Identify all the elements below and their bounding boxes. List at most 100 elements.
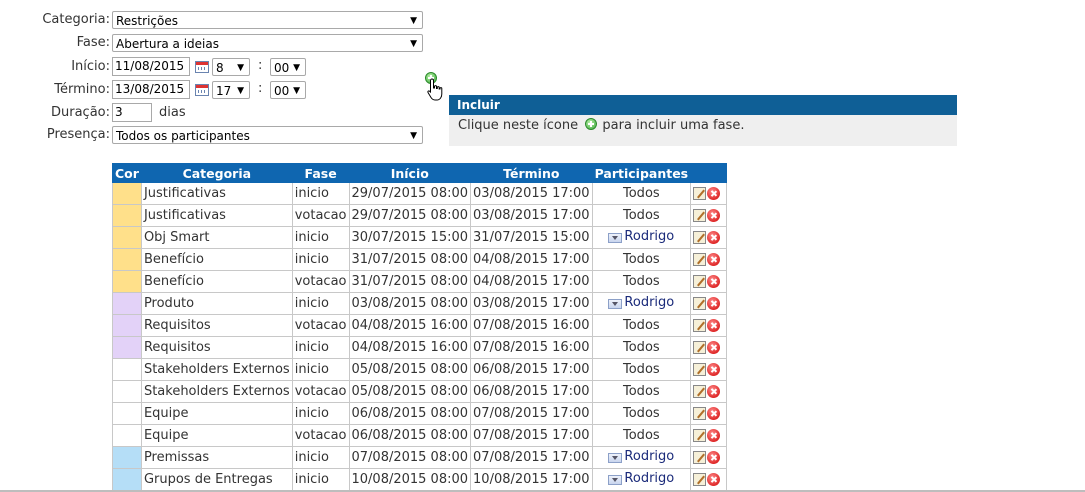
termino-hour-select[interactable]: 17 ▼	[212, 81, 250, 99]
dropdown-icon[interactable]	[608, 298, 623, 309]
cell-termino: 06/08/2015 17:00	[470, 358, 593, 381]
delete-icon[interactable]	[707, 231, 721, 244]
edit-icon[interactable]	[693, 451, 707, 464]
table-row: Stakeholders Externos votacao 05/08/2015 0…	[112, 380, 728, 403]
delete-icon[interactable]	[707, 451, 721, 464]
calendar-icon[interactable]	[195, 61, 209, 73]
table-row: Premissas inicio 07/08/2015 08:00 07/08/201…	[112, 446, 728, 469]
edit-icon[interactable]	[693, 341, 707, 354]
delete-icon[interactable]	[707, 363, 721, 376]
edit-icon[interactable]	[693, 473, 707, 486]
cell-actions	[690, 204, 728, 227]
delete-icon[interactable]	[707, 297, 721, 310]
cell-fase: inicio	[291, 358, 350, 381]
participant-value: Todos	[623, 428, 660, 443]
cell-actions	[690, 424, 728, 447]
categoria-select[interactable]: Restrições ▼	[112, 11, 423, 29]
plus-icon	[585, 118, 598, 130]
edit-icon[interactable]	[693, 363, 707, 376]
termino-label: Término:	[54, 82, 110, 97]
cell-participantes: Rodrigo	[591, 446, 692, 469]
delete-icon[interactable]	[707, 275, 721, 288]
edit-icon[interactable]	[693, 429, 707, 442]
delete-icon[interactable]	[707, 209, 721, 222]
delete-icon[interactable]	[707, 319, 721, 332]
edit-icon[interactable]	[693, 319, 707, 332]
cell-participantes: Rodrigo	[591, 468, 692, 491]
edit-icon[interactable]	[693, 231, 707, 244]
cell-inicio: 07/08/2015 08:00	[348, 446, 472, 469]
cell-actions	[690, 446, 728, 469]
dropdown-icon[interactable]	[608, 474, 623, 485]
color-swatch	[112, 358, 142, 381]
edit-icon[interactable]	[693, 407, 707, 420]
tooltip-body: Clique neste ícone para incluir uma fase…	[449, 115, 957, 137]
fase-label: Fase:	[76, 35, 110, 50]
fase-value: Abertura a ideias	[116, 37, 219, 51]
dropdown-icon[interactable]	[608, 452, 623, 463]
participant-value: Todos	[623, 252, 660, 267]
cell-categoria: Premissas	[140, 446, 293, 469]
participant-value: Todos	[623, 208, 660, 223]
duracao-input[interactable]: 3	[112, 103, 152, 122]
edit-icon[interactable]	[693, 209, 707, 222]
table-row: Produto inicio 03/08/2015 08:00 03/08/2015 …	[112, 292, 728, 315]
edit-icon[interactable]	[693, 275, 707, 288]
inicio-date-input[interactable]: 11/08/2015	[112, 57, 190, 76]
cell-termino: 31/07/2015 15:00	[470, 226, 593, 249]
termino-minute-select[interactable]: 00 ▼	[270, 81, 306, 99]
color-swatch	[112, 204, 142, 227]
cell-categoria: Equipe	[140, 424, 293, 447]
delete-icon[interactable]	[707, 407, 721, 420]
time-separator: :	[258, 81, 263, 96]
delete-icon[interactable]	[707, 341, 721, 354]
dropdown-icon[interactable]	[608, 232, 623, 243]
fase-select[interactable]: Abertura a ideias ▼	[112, 34, 423, 52]
color-swatch	[112, 226, 142, 249]
color-swatch	[112, 292, 142, 315]
cell-fase: inicio	[291, 182, 350, 205]
cell-categoria: Requisitos	[140, 336, 293, 359]
cell-actions	[690, 270, 728, 293]
phases-table: Cor Categoria Fase Início Término Partic…	[112, 163, 728, 491]
col-header-inicio: Início	[348, 163, 472, 183]
tooltip-title: Incluir	[449, 95, 957, 115]
cell-fase: inicio	[291, 226, 350, 249]
termino-date-input[interactable]: 13/08/2015	[112, 80, 190, 99]
delete-icon[interactable]	[707, 187, 721, 200]
cell-fase: votacao	[291, 270, 350, 293]
presenca-select[interactable]: Todos os participantes ▼	[112, 126, 423, 144]
edit-icon[interactable]	[693, 385, 707, 398]
include-tooltip: Incluir Clique neste ícone para incluir …	[449, 95, 957, 146]
inicio-minute-value: 00	[274, 61, 290, 75]
color-swatch	[112, 402, 142, 425]
edit-icon[interactable]	[693, 253, 707, 266]
tooltip-text-before: Clique neste ícone	[458, 118, 579, 133]
color-swatch	[112, 424, 142, 447]
cell-termino: 07/08/2015 16:00	[470, 336, 593, 359]
calendar-icon[interactable]	[195, 84, 209, 96]
cell-actions	[690, 336, 728, 359]
table-header-row: Cor Categoria Fase Início Término Partic…	[112, 163, 728, 183]
color-swatch	[112, 314, 142, 337]
table-row: Justificativas votacao 29/07/2015 08:00 03/…	[112, 204, 728, 227]
delete-icon[interactable]	[707, 473, 721, 486]
participant-value: Todos	[623, 406, 660, 421]
delete-icon[interactable]	[707, 385, 721, 398]
cell-fase: inicio	[291, 292, 350, 315]
chevron-down-icon: ▼	[237, 63, 244, 73]
cell-participantes: Todos	[591, 248, 692, 271]
inicio-minute-select[interactable]: 00 ▼	[270, 58, 306, 76]
cell-fase: inicio	[291, 402, 350, 425]
duracao-label: Duração:	[50, 105, 110, 120]
delete-icon[interactable]	[707, 429, 721, 442]
cell-categoria: Stakeholders Externos	[140, 380, 293, 403]
edit-icon[interactable]	[693, 297, 707, 310]
inicio-hour-select[interactable]: 8 ▼	[212, 58, 250, 76]
delete-icon[interactable]	[707, 253, 721, 266]
chevron-down-icon: ▼	[237, 86, 244, 96]
edit-icon[interactable]	[693, 187, 707, 200]
cell-termino: 04/08/2015 17:00	[470, 248, 593, 271]
chevron-down-icon: ▼	[410, 131, 417, 141]
cell-fase: inicio	[291, 468, 350, 491]
